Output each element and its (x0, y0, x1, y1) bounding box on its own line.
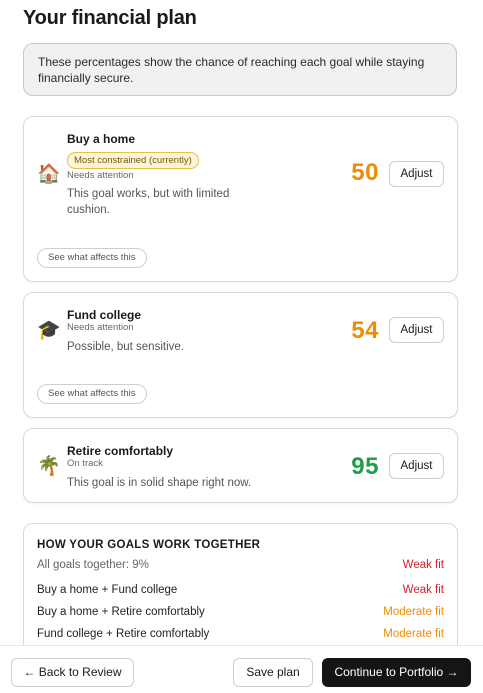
goal-description: This goal is in solid shape right now. (67, 477, 252, 489)
back-to-review-button[interactable]: ← Back to Review (11, 658, 134, 687)
goal-synergy-panel: HOW YOUR GOALS WORK TOGETHER All goals t… (23, 523, 458, 645)
house-icon: 🏠 (37, 163, 61, 185)
synergy-fit: Weak fit (402, 584, 444, 596)
goal-name: Fund college (67, 308, 142, 322)
synergy-row-label: All goals together: 9% (37, 559, 149, 571)
synergy-row: All goals together: 9% Weak fit (37, 559, 444, 575)
see-what-affects-button[interactable]: See what affects this (37, 384, 147, 404)
goal-status: On track (67, 458, 103, 469)
synergy-row-label: Buy a home + Fund college (37, 584, 178, 596)
synergy-fit: Weak fit (402, 559, 444, 571)
synergy-heading: HOW YOUR GOALS WORK TOGETHER (37, 539, 261, 551)
goal-description: This goal works, but with limited cushio… (67, 188, 230, 216)
adjust-button[interactable]: Adjust (389, 453, 444, 479)
status-badge: Most constrained (currently) (67, 152, 199, 169)
goal-card-retire-comfortably: 🌴 Retire comfortably On track This goal … (23, 428, 458, 503)
info-banner: These percentages show the chance of rea… (23, 43, 457, 96)
footer-bar: ← Back to Review Save plan Continue to P… (0, 645, 483, 693)
synergy-row-label: Buy a home + Retire comfortably (37, 606, 205, 618)
palm-tree-icon: 🌴 (37, 455, 61, 477)
see-what-affects-button[interactable]: See what affects this (37, 248, 147, 268)
plan-page: Your financial plan These percentages sh… (0, 0, 483, 645)
goal-name: Retire comfortably (67, 444, 174, 458)
graduation-cap-icon: 🎓 (37, 319, 61, 341)
goal-name: Buy a home (67, 132, 136, 146)
goal-card-fund-college: 🎓 Fund college Needs attention Possible,… (23, 292, 458, 418)
goal-score: 95 (351, 453, 379, 480)
page-title: Your financial plan (23, 7, 197, 29)
continue-to-portfolio-button[interactable]: Continue to Portfolio → (322, 658, 471, 687)
goal-score: 54 (351, 317, 379, 344)
goal-score: 50 (351, 159, 379, 186)
goal-status: Needs attention (67, 170, 134, 181)
goal-status: Needs attention (67, 322, 134, 333)
synergy-row: Buy a home + Fund college Weak fit (37, 584, 444, 600)
synergy-fit: Moderate fit (383, 628, 444, 640)
save-plan-button[interactable]: Save plan (233, 658, 313, 687)
synergy-row-label: Fund college + Retire comfortably (37, 628, 210, 640)
synergy-fit: Moderate fit (383, 606, 444, 618)
goal-description: Possible, but sensitive. (67, 341, 184, 353)
goal-card-buy-a-home: 🏠 Buy a home Most constrained (currently… (23, 116, 458, 282)
adjust-button[interactable]: Adjust (389, 317, 444, 343)
adjust-button[interactable]: Adjust (389, 161, 444, 187)
synergy-row: Fund college + Retire comfortably Modera… (37, 628, 444, 644)
synergy-row: Buy a home + Retire comfortably Moderate… (37, 606, 444, 622)
